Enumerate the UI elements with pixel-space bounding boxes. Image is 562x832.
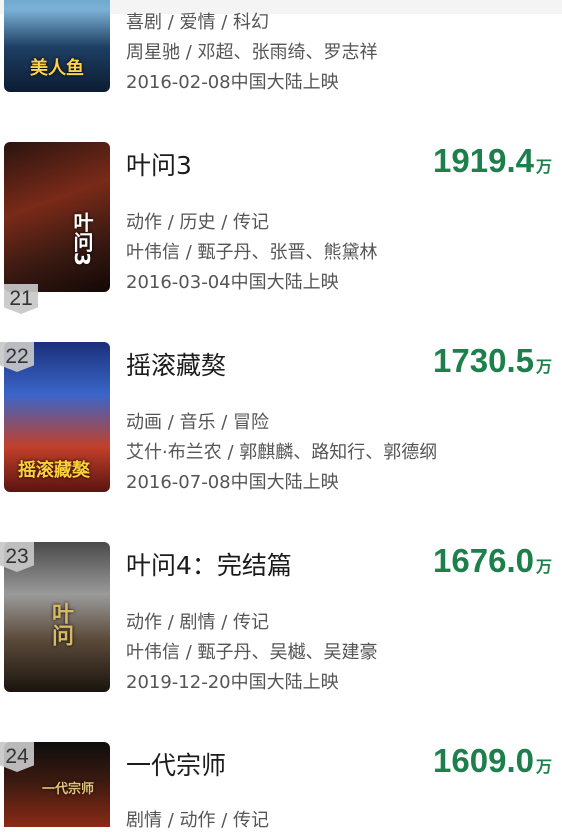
movie-cast: 叶伟信 / 甄子丹、张晋、熊黛林 xyxy=(126,242,378,263)
movie-genre: 剧情 / 动作 / 传记 xyxy=(126,810,270,831)
movie-release-date: 2016-02-08中国大陆上映 xyxy=(126,72,339,93)
box-office: 1609.0 万 xyxy=(433,742,552,780)
list-item[interactable]: 一代宗师 24 一代宗师 1609.0 万 剧情 / 动作 / 传记 xyxy=(0,742,562,831)
movie-title[interactable]: 叶问4：完结篇 xyxy=(126,546,292,582)
movie-release-date: 2016-07-08中国大陆上映 xyxy=(126,472,339,493)
rank-badge: 21 xyxy=(4,284,38,314)
movie-poster[interactable]: 美人鱼 xyxy=(4,0,110,92)
movie-title[interactable]: 一代宗师 xyxy=(126,746,226,782)
list-item[interactable]: 摇滚藏獒 22 摇滚藏獒 1730.5 万 动画 / 音乐 / 冒险 艾什·布兰农… xyxy=(0,342,562,502)
box-office: 1676.0 万 xyxy=(433,542,552,580)
list-item[interactable]: 美人鱼 喜剧 / 爱情 / 科幻 周星驰 / 邓超、张雨绮、罗志祥 2016-0… xyxy=(0,0,562,100)
movie-genre: 动画 / 音乐 / 冒险 xyxy=(126,412,270,433)
box-office: 1919.4 万 xyxy=(433,142,552,180)
movie-genre: 动作 / 历史 / 传记 xyxy=(126,212,270,233)
box-office-unit: 万 xyxy=(535,757,552,776)
box-office-unit: 万 xyxy=(535,357,552,376)
box-office-value: 1676.0 xyxy=(433,542,534,579)
poster-title-text: 摇滚藏獒 xyxy=(18,460,90,481)
poster-title-text: 叶问 xyxy=(48,602,73,646)
movie-cast: 周星驰 / 邓超、张雨绮、罗志祥 xyxy=(126,42,378,63)
box-office-unit: 万 xyxy=(535,557,552,576)
poster-title-text: 叶问3 xyxy=(70,212,94,266)
poster-title-text: 美人鱼 xyxy=(30,58,84,79)
poster-title-text: 一代宗师 xyxy=(42,782,95,797)
box-office-value: 1730.5 xyxy=(433,342,534,379)
movie-cast: 艾什·布兰农 / 郭麒麟、路知行、郭德纲 xyxy=(126,442,438,463)
movie-release-date: 2016-03-04中国大陆上映 xyxy=(126,272,339,293)
movie-title[interactable]: 摇滚藏獒 xyxy=(126,346,226,382)
movie-poster[interactable]: 叶问3 xyxy=(4,142,110,292)
movie-genre: 动作 / 剧情 / 传记 xyxy=(126,612,270,633)
box-office-unit: 万 xyxy=(535,157,552,176)
box-office-value: 1919.4 xyxy=(433,142,534,179)
list-item[interactable]: 叶问3 21 叶问3 1919.4 万 动作 / 历史 / 传记 叶伟信 / 甄子… xyxy=(0,142,562,314)
list-item[interactable]: 叶问 23 叶问4：完结篇 1676.0 万 动作 / 剧情 / 传记 叶伟信 /… xyxy=(0,542,562,702)
movie-cast: 叶伟信 / 甄子丹、吴樾、吴建豪 xyxy=(126,642,378,663)
movie-genre: 喜剧 / 爱情 / 科幻 xyxy=(126,12,270,33)
movie-release-date: 2019-12-20中国大陆上映 xyxy=(126,672,339,693)
box-office: 1730.5 万 xyxy=(433,342,552,380)
box-office-value: 1609.0 xyxy=(433,742,534,779)
movie-title[interactable]: 叶问3 xyxy=(126,146,192,182)
